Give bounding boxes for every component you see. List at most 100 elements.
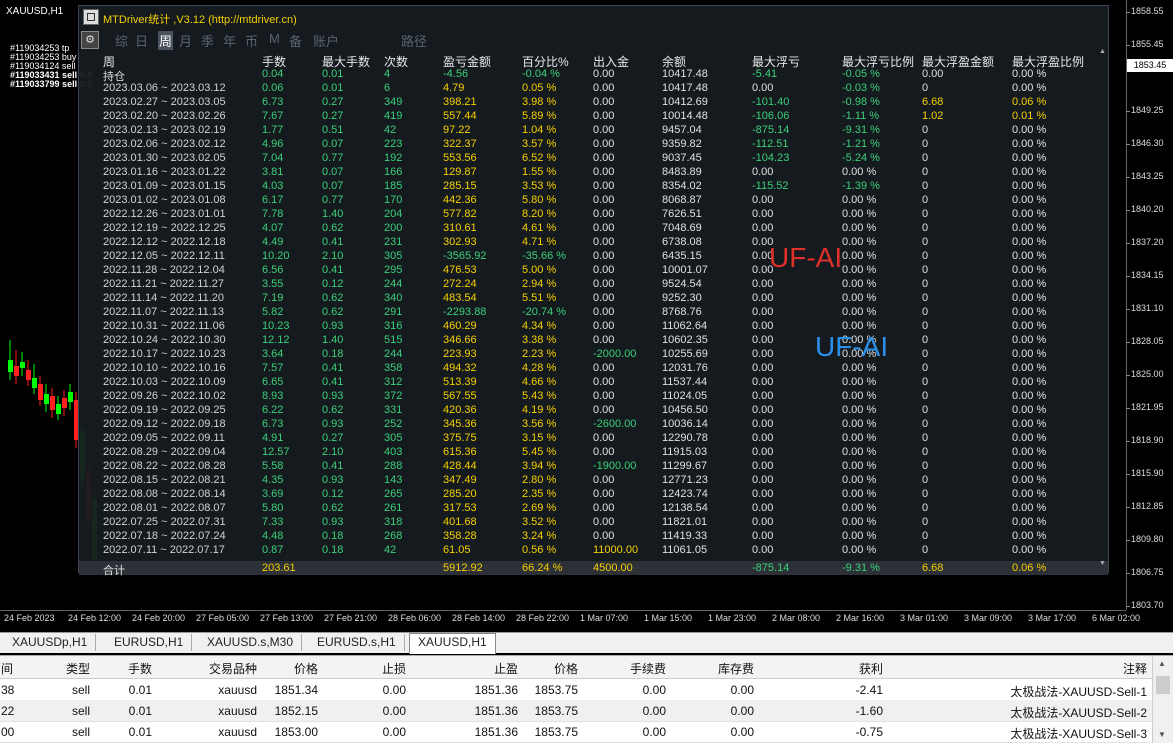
table-cell: 10.23 <box>262 320 290 332</box>
table-cell: 0.00 % <box>1012 194 1047 206</box>
panel-titlebar[interactable]: MTDriver统计 ,V3.12 (http://mtdriver.cn) <box>79 6 1108 28</box>
terminal-order-row[interactable]: 22 sell 0.01 xauusd 1852.15 0.00 1851.36 1853.7… <box>0 700 1152 722</box>
table-cell: 5.45 % <box>522 446 557 458</box>
panel-tab[interactable]: 备 <box>289 31 302 50</box>
terminal-column-header[interactable]: 注释 <box>1123 660 1147 677</box>
table-cell: 0.00 <box>922 68 944 80</box>
terminal-column-header[interactable]: 止盈 <box>494 660 518 677</box>
terminal-cell: 1852.15 <box>274 704 318 718</box>
table-cell: 0.00 % <box>1012 320 1047 332</box>
table-cell: 4.66 % <box>522 376 557 388</box>
table-cell: 0.00 <box>593 320 615 332</box>
terminal-column-header[interactable]: 手数 <box>128 660 152 677</box>
table-cell: 0 <box>922 124 929 136</box>
table-row: 2023.02.20 ~ 2023.02.26 7.67 0.27 419 557.44… <box>79 109 1108 123</box>
table-cell: 10417.48 <box>662 68 708 80</box>
terminal-column-header[interactable]: 类型 <box>66 660 90 677</box>
price-axis[interactable]: 1853.45 1858.55 1855.45 1849.25 1846.30 1843… <box>1126 0 1173 610</box>
panel-tab[interactable]: 周 <box>158 31 174 50</box>
terminal-scrollbar[interactable]: ▲ ▼ <box>1152 656 1173 743</box>
table-cell: 0.00 % <box>842 264 877 276</box>
panel-tab[interactable]: 年 <box>223 31 236 50</box>
table-cell: 349 <box>384 96 403 108</box>
terminal-column-header[interactable]: 交易品种 <box>209 660 257 677</box>
panel-tab[interactable]: 币 <box>245 31 258 50</box>
scroll-down-icon[interactable]: ▼ <box>1099 560 1106 567</box>
terminal-column-header[interactable]: 获利 <box>859 660 883 677</box>
table-cell: 6.65 <box>262 376 284 388</box>
table-cell: 0 <box>922 138 929 150</box>
terminal-column-header[interactable]: 价格 <box>294 660 318 677</box>
price-tick: 1803.70 <box>1126 600 1164 610</box>
table-cell: 2022.11.28 ~ 2022.12.04 <box>103 264 225 276</box>
table-cell: 0.01 <box>322 68 344 80</box>
scroll-up-arrow-icon[interactable]: ▲ <box>1158 659 1166 668</box>
terminal-cell: -1.60 <box>855 704 883 718</box>
scroll-down-arrow-icon[interactable]: ▼ <box>1158 730 1166 739</box>
table-cell: -112.51 <box>752 138 789 150</box>
panel-tab[interactable]: 季 <box>201 31 214 50</box>
table-cell: 0.00 % <box>1012 180 1047 192</box>
table-cell: 0.00 % <box>1012 460 1047 472</box>
panel-tab[interactable]: 月 <box>179 31 192 50</box>
table-cell: 318 <box>384 516 403 528</box>
chart-tab[interactable]: XAUUSD.s,M30 <box>199 634 303 651</box>
terminal-column-header[interactable]: 价格 <box>554 660 578 677</box>
panel-tab[interactable]: 路径 <box>401 31 427 50</box>
table-cell: 0.00 % <box>1012 474 1047 486</box>
table-cell: 331 <box>384 404 403 416</box>
table-cell: 2022.12.05 ~ 2022.12.11 <box>103 250 225 262</box>
terminal-column-header[interactable]: 手续费 <box>630 660 666 677</box>
panel-tab[interactable]: 账户 <box>313 31 339 50</box>
mtdriver-stats-panel[interactable]: MTDriver统计 ,V3.12 (http://mtdriver.cn) ⚙… <box>78 5 1109 577</box>
terminal-cell: xauusd <box>218 683 257 697</box>
table-cell: 2022.10.31 ~ 2022.11.06 <box>103 320 225 332</box>
table-cell: 0.00 <box>593 110 615 122</box>
terminal-order-row[interactable]: 00 sell 0.01 xauusd 1853.00 0.00 1851.36 1853.7… <box>0 721 1152 743</box>
scrollbar-thumb[interactable] <box>1156 676 1170 694</box>
table-cell: -106.06 <box>752 110 790 122</box>
table-row: 2023.01.16 ~ 2023.01.22 3.81 0.07 166 129.87… <box>79 165 1108 179</box>
table-cell: 200 <box>384 222 403 234</box>
settings-icon[interactable]: ⚙ <box>81 31 99 49</box>
terminal-column-header[interactable]: 间 <box>1 660 13 677</box>
table-cell: 0.00 <box>593 516 615 528</box>
table-cell: 0.00 <box>593 138 615 150</box>
table-cell: 203.61 <box>262 562 296 574</box>
window-icon[interactable] <box>83 9 99 25</box>
chart-tab[interactable]: XAUUSD,H1 <box>409 633 496 654</box>
table-cell: 0 <box>922 390 929 402</box>
table-row: 2022.12.26 ~ 2023.01.01 7.78 1.40 204 577.82… <box>79 207 1108 221</box>
table-cell: 9037.45 <box>662 152 702 164</box>
terminal-cell: sell <box>71 683 90 697</box>
table-cell: 0 <box>922 348 929 360</box>
table-cell: 0.41 <box>322 376 344 388</box>
table-cell: 557.44 <box>443 110 477 122</box>
table-cell: 494.32 <box>443 362 477 374</box>
table-row: 2022.11.14 ~ 2022.11.20 7.19 0.62 340 483.54… <box>79 291 1108 305</box>
table-cell: 6.68 <box>922 562 944 574</box>
panel-tab[interactable]: 综 <box>115 31 128 50</box>
candle-body <box>56 404 61 414</box>
panel-tab[interactable]: M <box>269 31 280 46</box>
candle-body <box>62 398 67 408</box>
candle-body <box>14 366 19 376</box>
terminal-column-header[interactable]: 库存费 <box>718 660 754 677</box>
table-cell: 0.00 <box>593 306 615 318</box>
table-cell: 0 <box>922 334 929 346</box>
terminal-order-row[interactable]: 38 sell 0.01 xauusd 1851.34 0.00 1851.36 1853.7… <box>0 679 1152 701</box>
table-cell: 0.27 <box>322 432 344 444</box>
table-cell: 0 <box>922 166 929 178</box>
chart-tab[interactable]: XAUUSDp,H1 <box>4 634 97 651</box>
table-cell: 129.87 <box>443 166 477 178</box>
table-cell: 401.68 <box>443 516 477 528</box>
table-cell: 0.00 <box>593 376 615 388</box>
chart-tab[interactable]: EURUSD.s,H1 <box>309 634 405 651</box>
table-cell: 0.00 <box>752 530 774 542</box>
table-cell: 0.56 % <box>522 544 557 556</box>
panel-tab[interactable]: 日 <box>135 31 148 50</box>
table-cell: 0.05 % <box>522 82 557 94</box>
terminal-column-header[interactable]: 止损 <box>382 660 406 677</box>
time-axis[interactable]: 24 Feb 2023 24 Feb 12:00 24 Feb 20:00 27 Fe… <box>0 610 1140 627</box>
chart-tab[interactable]: EURUSD,H1 <box>106 634 193 651</box>
